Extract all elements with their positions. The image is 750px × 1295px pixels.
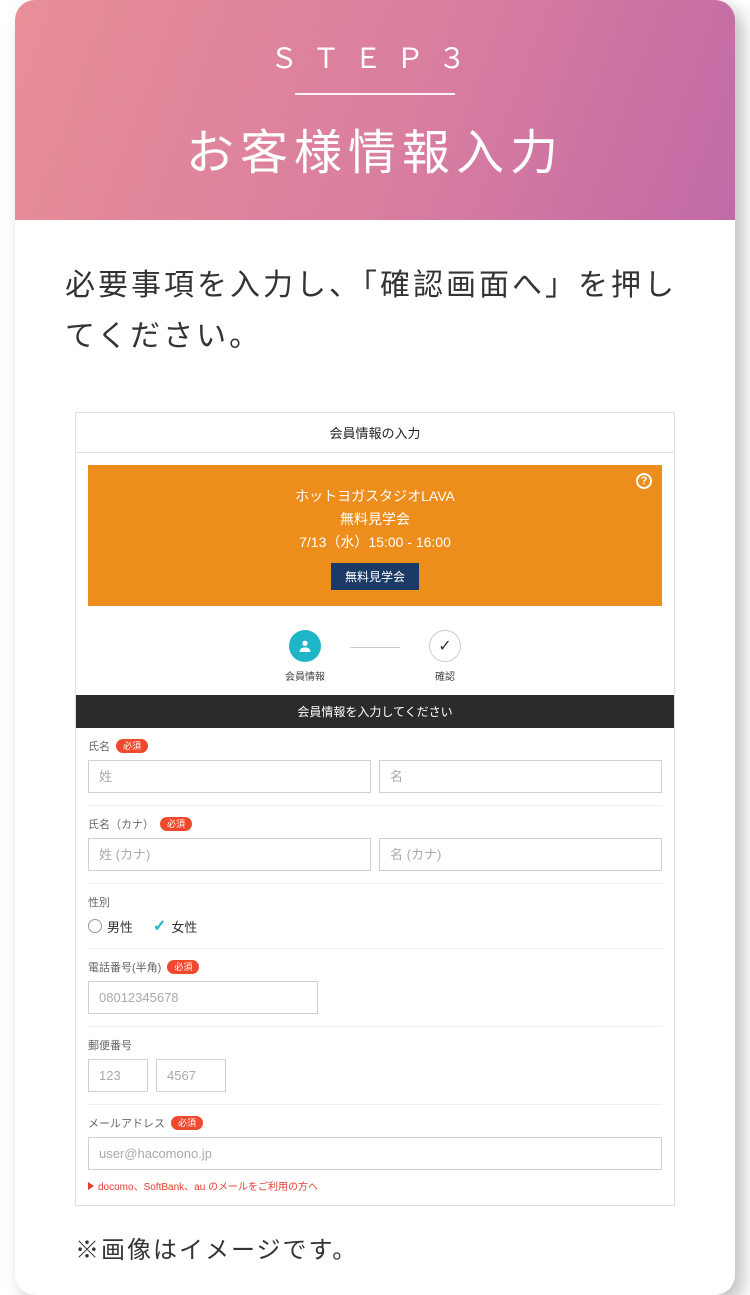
email-label-row: メールアドレス 必須 [88,1115,662,1131]
field-name-kana: 氏名（カナ） 必須 [88,805,662,883]
step-connector [350,647,400,648]
lead-text: 必要事項を入力し、「確認画面へ」を押してください。 [15,220,735,392]
progress-stepper: 会員情報 ✓ 確認 [76,618,674,689]
first-name-kana-input[interactable] [379,838,662,871]
required-badge: 必須 [160,817,192,832]
event-datetime: 7/13（水）15:00 - 16:00 [98,532,652,552]
step-number: ＳＴＥＰ３ [270,37,480,87]
name-label-row: 氏名 必須 [88,738,662,754]
studio-name: ホットヨガスタジオLAVA [98,486,652,506]
step1-label: 会員情報 [285,668,325,683]
carrier-note-text: docomo、SoftBank、au のメールをご利用の方へ [98,1178,318,1193]
email-input[interactable] [88,1137,662,1170]
radio-icon [88,919,102,933]
email-label: メールアドレス [88,1115,165,1131]
section-heading: 会員情報を入力してください [76,695,674,728]
field-phone: 電話番号(半角) 必須 [88,948,662,1026]
event-badge: 無料見学会 [331,563,419,590]
phone-label-row: 電話番号(半角) 必須 [88,959,662,975]
hero-divider [295,93,455,95]
postal-2-input[interactable] [156,1059,226,1092]
phone-label: 電話番号(半角) [88,959,161,975]
help-icon[interactable]: ? [636,473,652,489]
person-icon [289,630,321,662]
field-postal: 郵便番号 [88,1026,662,1104]
required-badge: 必須 [116,739,148,754]
radio-male[interactable]: 男性 [88,917,133,936]
step2-label: 確認 [435,668,455,683]
form-title: 会員情報の入力 [76,413,674,453]
form-body: 氏名 必須 氏名（カナ） 必須 [76,728,674,1205]
last-name-kana-input[interactable] [88,838,371,871]
check-icon: ✓ [153,916,166,936]
step-node-confirm: ✓ 確認 [400,630,490,683]
hero-title: お客様情報入力 [186,113,564,183]
postal-1-input[interactable] [88,1059,148,1092]
name-kana-label: 氏名（カナ） [88,816,154,832]
required-badge: 必須 [171,1116,203,1131]
image-disclaimer: ※画像はイメージです。 [15,1216,735,1295]
field-email: メールアドレス 必須 docomo、SoftBank、au のメールをご利用の方… [88,1104,662,1205]
carrier-note-link[interactable]: docomo、SoftBank、au のメールをご利用の方へ [88,1178,662,1193]
female-label: 女性 [171,917,197,936]
step-node-info: 会員情報 [260,630,350,683]
first-name-input[interactable] [379,760,662,793]
gender-label: 性別 [88,894,662,910]
phone-input[interactable] [88,981,318,1014]
event-name: 無料見学会 [98,509,652,529]
triangle-icon [88,1182,94,1190]
name-label: 氏名 [88,738,110,754]
postal-label: 郵便番号 [88,1037,662,1053]
name-kana-label-row: 氏名（カナ） 必須 [88,816,662,832]
field-gender: 性別 男性 ✓ 女性 [88,883,662,948]
last-name-input[interactable] [88,760,371,793]
step-card: ＳＴＥＰ３ お客様情報入力 必要事項を入力し、「確認画面へ」を押してください。 … [15,0,735,1295]
male-label: 男性 [107,917,133,936]
event-summary: ? ホットヨガスタジオLAVA 無料見学会 7/13（水）15:00 - 16:… [88,465,662,606]
embedded-form-wrap: 会員情報の入力 ? ホットヨガスタジオLAVA 無料見学会 7/13（水）15:… [15,392,735,1216]
embedded-form: 会員情報の入力 ? ホットヨガスタジオLAVA 無料見学会 7/13（水）15:… [75,412,675,1206]
radio-female[interactable]: ✓ 女性 [153,916,197,936]
field-name: 氏名 必須 [88,728,662,805]
check-icon: ✓ [429,630,461,662]
required-badge: 必須 [167,960,199,975]
hero-banner: ＳＴＥＰ３ お客様情報入力 [15,0,735,220]
